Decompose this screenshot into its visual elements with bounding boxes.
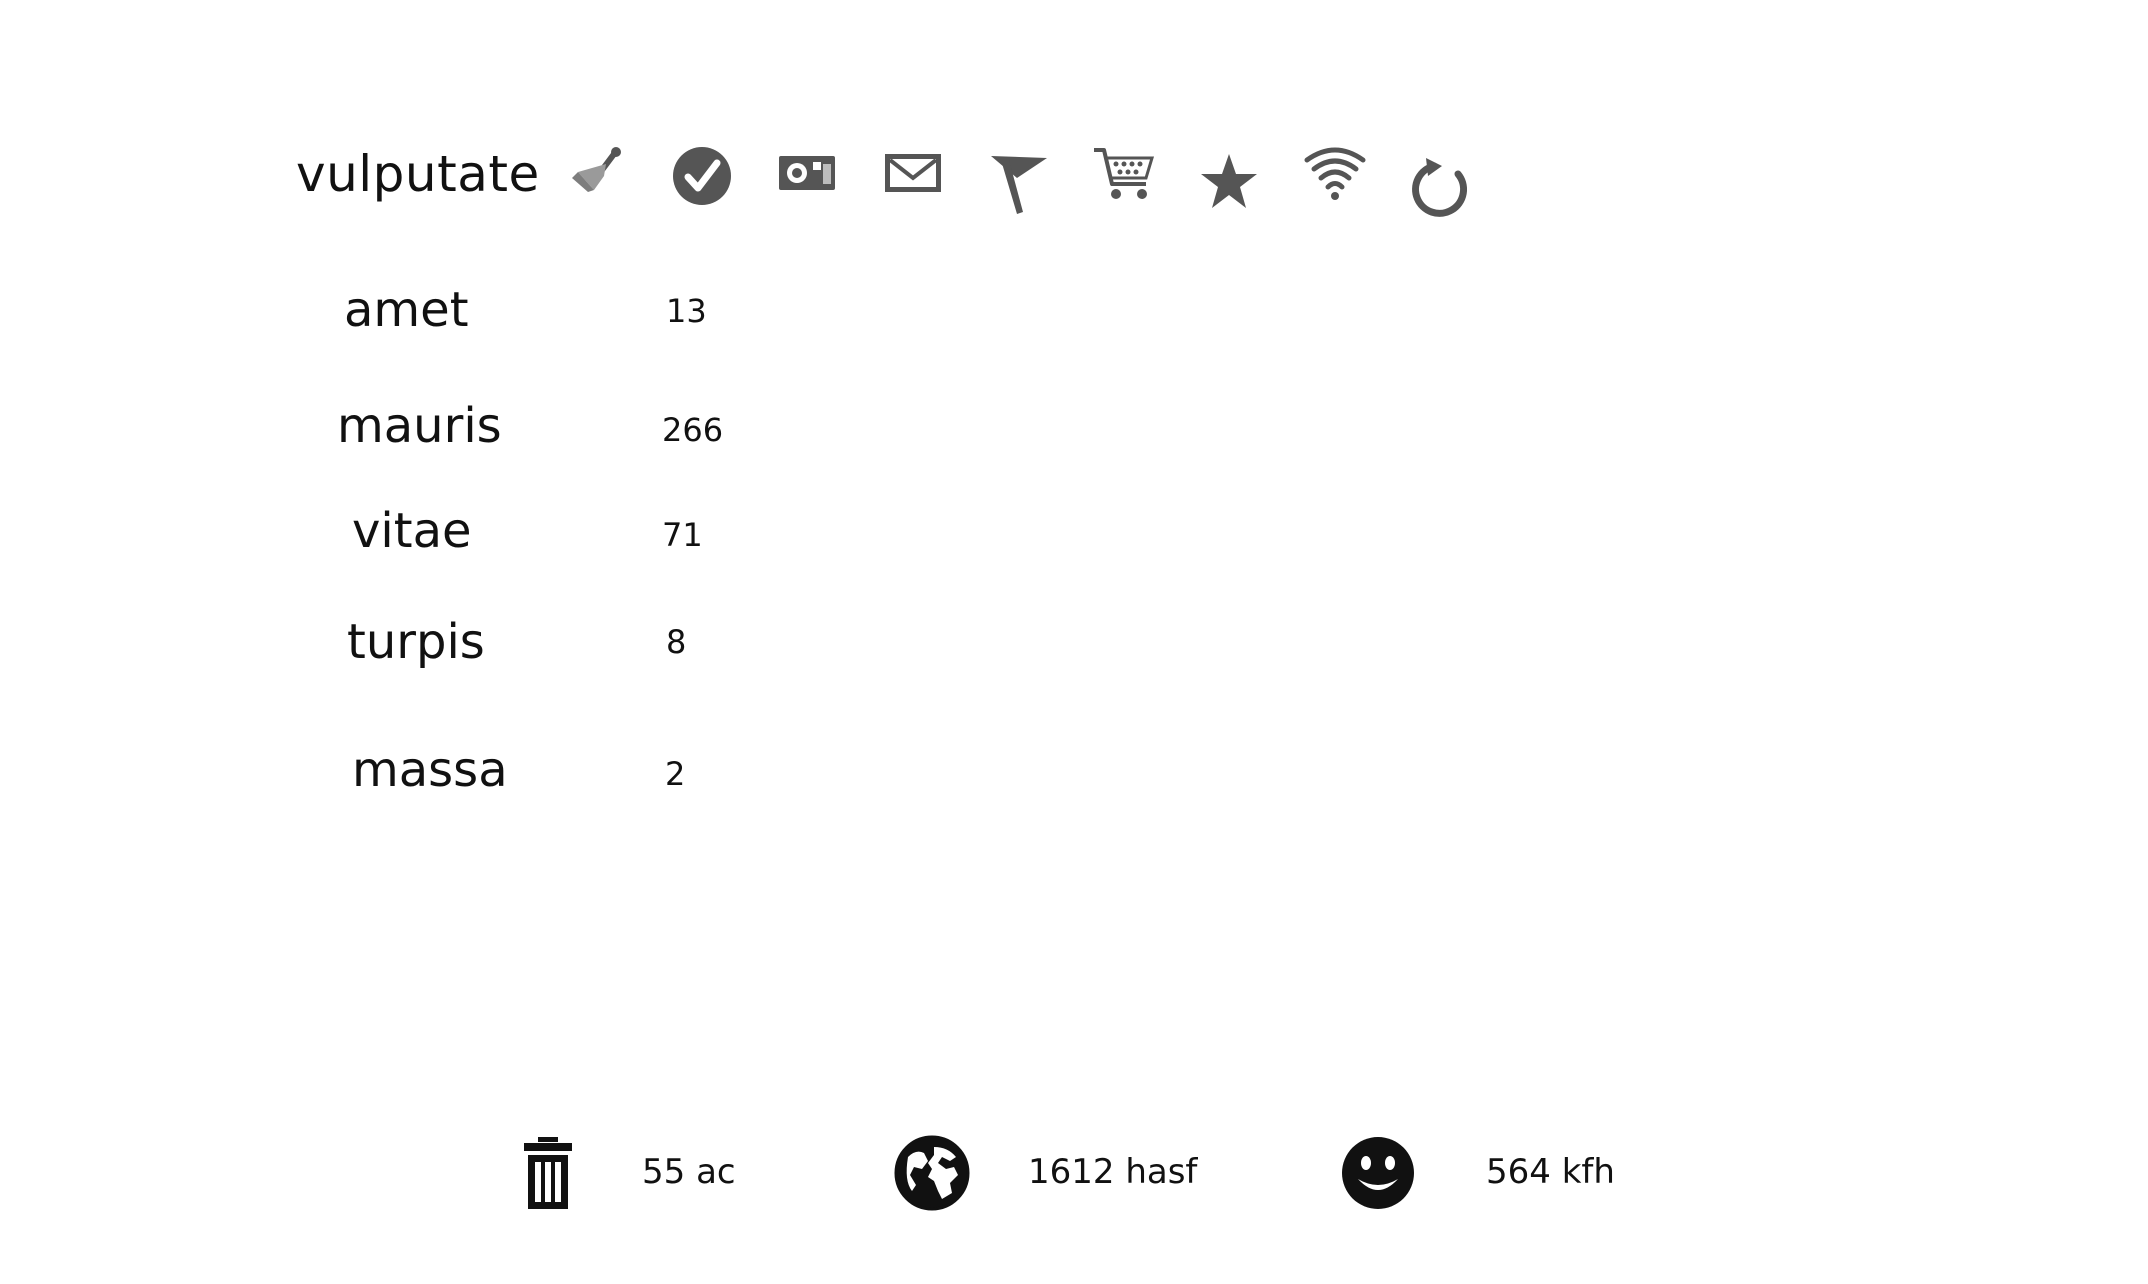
row-value-vitae: 71 [662, 516, 703, 554]
check-circle-icon[interactable] [670, 142, 734, 206]
star-icon[interactable] [1197, 150, 1261, 214]
flag-icon[interactable] [987, 152, 1051, 216]
smiley-count: 564 kfh [1486, 1152, 1615, 1192]
trash-count: 55 ac [642, 1152, 736, 1192]
refresh-icon[interactable] [1408, 156, 1472, 220]
smiley-icon[interactable] [1340, 1135, 1416, 1211]
page-title: vulputate [296, 145, 540, 203]
row-label-turpis: turpis [347, 614, 485, 670]
globe-count: 1612 hasf [1028, 1152, 1198, 1192]
broom-icon[interactable] [564, 142, 628, 206]
cart-icon[interactable] [1092, 142, 1156, 206]
mail-icon[interactable] [881, 142, 945, 206]
row-label-mauris: mauris [337, 398, 502, 454]
row-label-amet: amet [344, 282, 469, 338]
row-label-vitae: vitae [352, 503, 472, 559]
wifi-icon[interactable] [1303, 142, 1367, 206]
camera-icon[interactable] [775, 142, 839, 206]
row-value-amet: 13 [666, 292, 707, 330]
row-value-mauris: 266 [662, 411, 724, 449]
row-label-massa: massa [352, 742, 508, 798]
row-value-turpis: 8 [666, 623, 687, 661]
row-value-massa: 2 [665, 755, 686, 793]
globe-icon[interactable] [894, 1135, 970, 1211]
trash-icon[interactable] [510, 1135, 586, 1211]
